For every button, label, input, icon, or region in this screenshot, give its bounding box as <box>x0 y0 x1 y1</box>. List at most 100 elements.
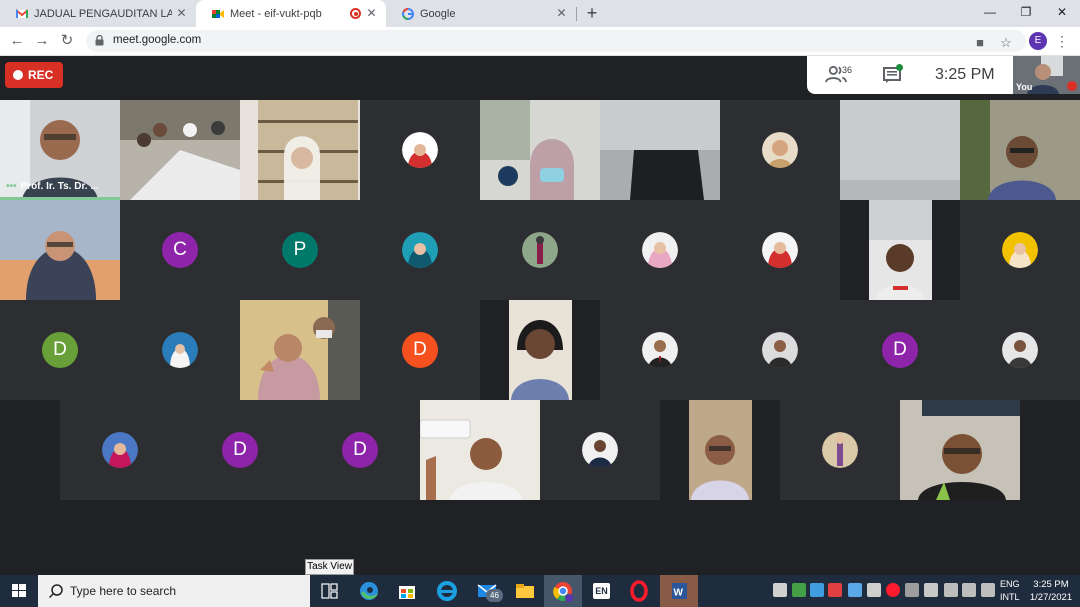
avatar-tile[interactable] <box>60 400 180 500</box>
participant-video <box>0 200 120 300</box>
participant-photo <box>582 432 618 468</box>
tray-app-icon[interactable] <box>924 583 938 597</box>
video-tile[interactable] <box>240 300 360 400</box>
forward-icon[interactable]: → <box>33 32 51 50</box>
task-view-icon[interactable] <box>310 575 348 607</box>
avatar-tile[interactable] <box>120 300 240 400</box>
video-tile[interactable] <box>120 100 240 200</box>
camera-icon[interactable]: ■ <box>972 35 988 51</box>
restore-icon[interactable]: ❐ <box>1008 0 1044 27</box>
avatar-tile[interactable]: D <box>360 300 480 400</box>
input-language-line2: INTL <box>1000 592 1020 602</box>
avatar-tile[interactable] <box>480 200 600 300</box>
address-bar[interactable]: meet.google.com ■ ☆ <box>86 30 1026 52</box>
reload-icon[interactable]: ↻ <box>58 32 76 50</box>
tab-title: JADUAL PENGAUDITAN LAWATA <box>34 7 172 20</box>
store-icon[interactable] <box>388 575 426 607</box>
video-tile[interactable] <box>900 400 1020 500</box>
file-explorer-icon[interactable] <box>506 575 544 607</box>
video-tile[interactable] <box>240 100 360 200</box>
tray-app-icon[interactable] <box>905 583 919 597</box>
system-clock[interactable]: 3:25 PM 1/27/2021 <box>1028 578 1074 604</box>
participant-video <box>960 100 1080 200</box>
word-icon[interactable]: W <box>660 575 698 607</box>
avatar-tile[interactable]: C <box>120 200 240 300</box>
tab-google[interactable]: Google ✕ <box>386 0 576 27</box>
back-icon[interactable]: ← <box>8 32 26 50</box>
mail-badge: 46 <box>486 589 503 602</box>
tray-app-icon[interactable] <box>810 583 824 597</box>
avatar-tile[interactable]: D <box>180 400 300 500</box>
avatar-tile[interactable] <box>720 300 840 400</box>
svg-text:W: W <box>674 588 684 599</box>
internet-explorer-icon[interactable] <box>428 575 466 607</box>
tab-meet[interactable]: Meet - eif-vukt-pqb ✕ <box>196 0 386 27</box>
close-tab-icon[interactable]: ✕ <box>365 7 378 20</box>
tray-app-icon[interactable] <box>828 583 842 597</box>
self-view-tile[interactable]: You <box>1013 56 1080 94</box>
participant-photo <box>642 232 678 268</box>
url-text: meet.google.com <box>113 34 202 46</box>
video-tile[interactable] <box>689 400 752 500</box>
tray-app-icon[interactable] <box>792 583 806 597</box>
avatar-tile[interactable] <box>780 400 900 500</box>
avatar-tile[interactable] <box>600 300 720 400</box>
lock-icon <box>95 35 104 46</box>
avatar-tile[interactable] <box>960 300 1080 400</box>
tab-gmail[interactable]: JADUAL PENGAUDITAN LAWATA ✕ <box>0 0 196 27</box>
participant-photo <box>1002 332 1038 368</box>
windows-start-icon[interactable] <box>0 575 38 607</box>
wifi-icon[interactable] <box>944 583 958 597</box>
close-window-icon[interactable]: ✕ <box>1044 0 1080 27</box>
video-tile-speaker[interactable]: ••• Prof. Ir. Ts. Dr. ... <box>0 100 120 200</box>
avatar-tile[interactable]: D <box>300 400 420 500</box>
video-tile[interactable] <box>480 100 600 200</box>
tray-app-icon[interactable] <box>773 583 787 597</box>
participant-video <box>840 100 960 200</box>
language-app-button[interactable]: EN <box>582 575 620 607</box>
taskbar-search-box[interactable]: Type here to search <box>38 575 310 607</box>
video-tile[interactable] <box>960 100 1080 200</box>
bookmark-star-icon[interactable]: ☆ <box>998 35 1014 51</box>
rec-label: REC <box>28 68 54 82</box>
mic-off-icon[interactable] <box>1067 81 1077 91</box>
participant-video <box>869 200 932 300</box>
avatar-tile[interactable] <box>720 200 840 300</box>
profile-avatar[interactable]: E <box>1029 32 1047 50</box>
volume-icon[interactable] <box>962 583 976 597</box>
battery-icon[interactable] <box>981 583 995 597</box>
microphone-icon[interactable] <box>867 583 881 597</box>
edge-icon[interactable] <box>350 575 388 607</box>
participant-name: Prof. Ir. Ts. Dr. ... <box>20 181 99 192</box>
tray-app-icon[interactable] <box>848 583 862 597</box>
input-language[interactable]: ENG INTL <box>1000 578 1020 604</box>
avatar-tile[interactable] <box>540 400 660 500</box>
close-tab-icon[interactable]: ✕ <box>175 7 188 20</box>
video-tile[interactable] <box>600 100 720 200</box>
video-tile[interactable] <box>869 200 932 300</box>
video-tile[interactable] <box>840 100 960 200</box>
new-tab-button[interactable]: + <box>582 3 602 23</box>
participant-photo <box>522 232 558 268</box>
avatar-tile[interactable] <box>600 200 720 300</box>
avatar-tile[interactable]: D <box>0 300 120 400</box>
avatar-tile[interactable]: D <box>840 300 960 400</box>
video-tile[interactable] <box>0 200 120 300</box>
avatar-tile[interactable] <box>360 200 480 300</box>
screen: JADUAL PENGAUDITAN LAWATA ✕ Meet - eif-v… <box>0 0 1080 607</box>
task-view-tooltip: Task View <box>305 559 354 575</box>
opera-icon[interactable] <box>620 575 658 607</box>
search-icon <box>48 584 63 599</box>
chrome-icon[interactable] <box>544 575 582 607</box>
self-label: You <box>1016 82 1033 92</box>
close-tab-icon[interactable]: ✕ <box>555 7 568 20</box>
avatar-tile[interactable] <box>960 200 1080 300</box>
video-tile[interactable] <box>509 300 572 400</box>
minimize-icon[interactable]: — <box>972 0 1008 27</box>
avatar-tile[interactable]: P <box>240 200 360 300</box>
avatar-tile[interactable] <box>360 100 480 200</box>
avatar-tile[interactable] <box>720 100 840 200</box>
menu-icon[interactable]: ⋮ <box>1055 32 1069 50</box>
opera-tray-icon[interactable] <box>886 583 900 597</box>
video-tile[interactable] <box>420 400 540 500</box>
